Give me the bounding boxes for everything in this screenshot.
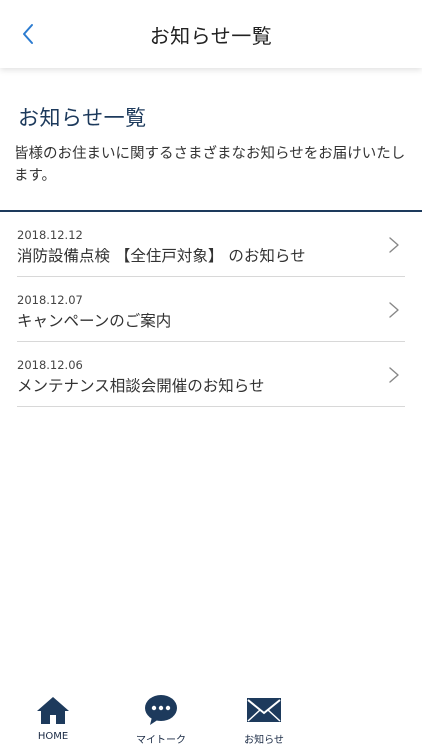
news-list-item[interactable]: 2018.12.07 キャンペーンのご案内	[17, 277, 405, 342]
section-heading: お知らせ一覧	[18, 106, 147, 130]
tab-label: HOME	[37, 731, 69, 742]
tab-home[interactable]: HOME	[13, 688, 93, 750]
news-list-item[interactable]: 2018.12.06 メンテナンス相談会開催のお知らせ	[17, 342, 405, 407]
tab-label: マイトーク	[136, 735, 186, 746]
news-list: 2018.12.12 消防設備点検 【全住戸対象】 のお知らせ 2018.12.…	[0, 212, 422, 407]
section-description: 皆様のお住まいに関するさまざまなお知らせをお届けいたします。	[14, 146, 406, 184]
chevron-left-icon	[23, 24, 33, 44]
tab-notices[interactable]: お知らせ	[224, 688, 304, 750]
back-button[interactable]	[10, 16, 46, 52]
chevron-right-icon	[389, 302, 399, 318]
home-icon	[37, 697, 69, 724]
news-date: 2018.12.06	[17, 358, 83, 372]
news-title: メンテナンス相談会開催のお知らせ	[17, 377, 265, 395]
news-date: 2018.12.07	[17, 293, 83, 307]
chevron-right-icon	[389, 237, 399, 253]
tab-bar: HOME マイトーク お知らせ	[0, 688, 422, 750]
envelope-icon	[247, 698, 281, 722]
news-title: 消防設備点検 【全住戸対象】 のお知らせ	[17, 247, 306, 265]
page-title: お知らせ一覧	[149, 23, 273, 48]
navigation-bar: お知らせ一覧	[0, 0, 422, 68]
tab-my-talk[interactable]: マイトーク	[121, 688, 201, 750]
news-list-item[interactable]: 2018.12.12 消防設備点検 【全住戸対象】 のお知らせ	[17, 212, 405, 277]
tab-label: お知らせ	[244, 735, 284, 746]
chevron-right-icon	[389, 367, 399, 383]
news-date: 2018.12.12	[17, 228, 83, 242]
news-title: キャンペーンのご案内	[17, 312, 172, 330]
chat-bubble-icon	[145, 695, 177, 725]
